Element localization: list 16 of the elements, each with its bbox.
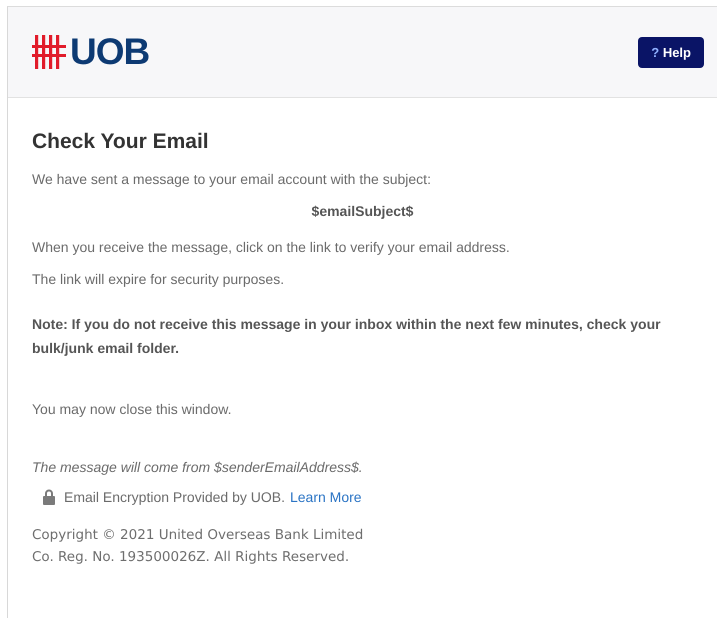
body-text: The link will expire for security purposes. [32,270,286,288]
email-subject: $emailSubject$ [310,202,414,220]
learn-more-link[interactable]: Learn More [290,488,362,504]
intro-text: We have sent a message to your email account with the subject: [32,170,432,188]
logo-text: UOB [70,31,150,73]
help-button[interactable]: ? Help [638,36,704,68]
sender-text: The message will come from $senderEmailAddress$. [32,458,364,476]
close-window-text: You may now close this window. [32,400,232,418]
body-text: When you receive the message, click on the link to verify your email address. [32,238,511,256]
lock-icon [42,488,56,505]
page-title: Check Your Email [32,130,210,154]
encryption-text: Email Encryption Provided by UOB. [64,488,285,504]
note-text: Note: If you do not receive this message in your inbox within the next few minutes, check your bulk/junk email folder. [32,315,662,358]
copyright-text: Copyright © 2021 United Overseas Bank Limited [32,527,364,543]
logo-mark-icon [32,35,66,69]
copyright-text: Co. Reg. No. 193500026Z. All Rights Reserved. [32,549,350,565]
